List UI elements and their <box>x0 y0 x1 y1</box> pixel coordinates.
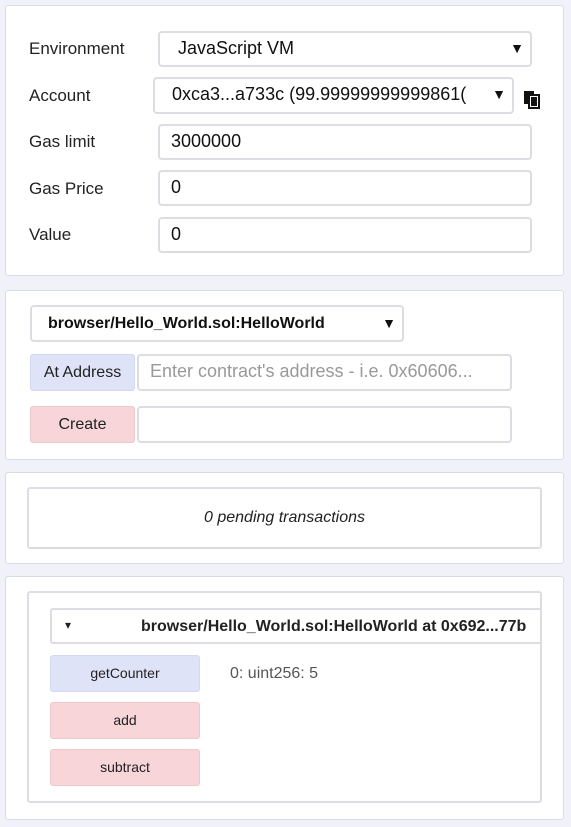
environment-value: JavaScript VM <box>178 38 295 58</box>
gas-limit-label: Gas limit <box>29 132 96 151</box>
getcounter-button[interactable]: getCounter <box>50 655 200 692</box>
instance-title: browser/Hello_World.sol:HelloWorld at 0x… <box>141 618 527 635</box>
contract-address-input[interactable]: Enter contract's address - i.e. 0x60606.… <box>137 354 512 391</box>
at-address-button[interactable]: At Address <box>30 354 135 391</box>
pending-panel: 0 pending transactions <box>5 472 564 564</box>
instance-container: ▾ browser/Hello_World.sol:HelloWorld at … <box>27 591 542 803</box>
chevron-down-icon: ▼ <box>510 40 524 56</box>
account-value: 0xca3...a733c (99.99999999999861( <box>172 84 467 104</box>
gas-limit-input[interactable]: 3000000 <box>158 124 532 160</box>
chevron-down-icon: ▼ <box>382 315 396 331</box>
gas-price-label: Gas Price <box>29 179 104 198</box>
account-label: Account <box>29 86 91 105</box>
instance-header[interactable]: ▾ browser/Hello_World.sol:HelloWorld at … <box>50 608 540 644</box>
value-input[interactable]: 0 <box>158 217 532 253</box>
environment-label: Environment <box>29 39 125 58</box>
getcounter-result: 0: uint256: 5 <box>230 665 319 682</box>
contract-panel: browser/Hello_World.sol:HelloWorld ▼ At … <box>5 290 564 460</box>
environment-select[interactable]: JavaScript VM ▼ <box>158 31 532 67</box>
contract-select[interactable]: browser/Hello_World.sol:HelloWorld ▼ <box>30 305 404 342</box>
add-button[interactable]: add <box>50 702 200 739</box>
create-button[interactable]: Create <box>30 406 135 443</box>
pending-transactions: 0 pending transactions <box>27 487 542 549</box>
value-label: Value <box>29 225 72 244</box>
clipboard-icon[interactable] <box>522 89 542 109</box>
create-args-input[interactable] <box>137 406 512 443</box>
subtract-button[interactable]: subtract <box>50 749 200 786</box>
chevron-down-icon: ▼ <box>488 79 506 109</box>
account-select[interactable]: 0xca3...a733c (99.99999999999861( ▼ <box>153 77 514 114</box>
caret-down-icon[interactable]: ▾ <box>65 618 71 632</box>
contract-selected-value: browser/Hello_World.sol:HelloWorld <box>48 315 325 332</box>
settings-panel: Environment JavaScript VM ▼ Account 0xca… <box>5 5 564 276</box>
contract-address-placeholder: Enter contract's address - i.e. 0x60606.… <box>150 361 473 381</box>
gas-price-input[interactable]: 0 <box>158 170 532 206</box>
instances-panel: ▾ browser/Hello_World.sol:HelloWorld at … <box>5 576 564 820</box>
